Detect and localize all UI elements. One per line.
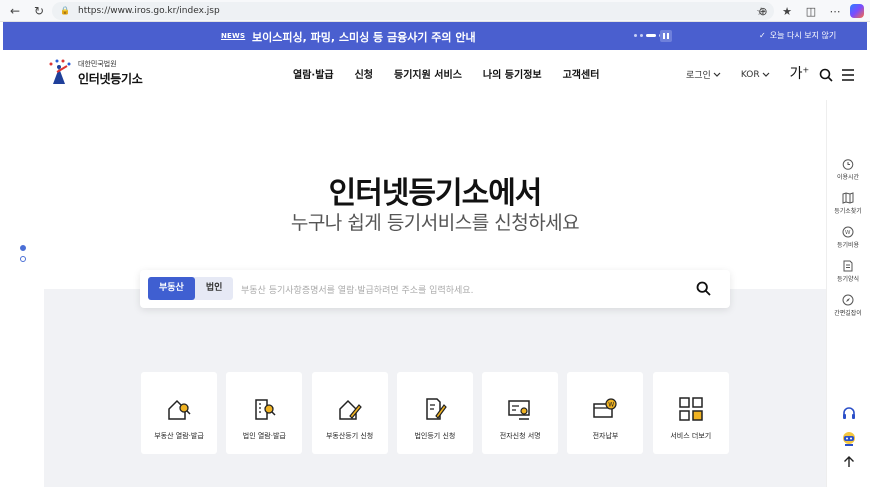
more-icon[interactable]: ⋯: [826, 2, 844, 20]
news-close-today[interactable]: ✓ 오늘 다시 보지 않기: [759, 30, 836, 41]
address-bar[interactable]: 🔒 https://www.iros.go.kr/index.jsp ☆: [52, 2, 774, 20]
won-icon: W: [842, 226, 854, 238]
search-submit-icon[interactable]: [696, 281, 711, 296]
side-item-fees[interactable]: W 등기비용: [826, 226, 870, 260]
news-banner: NEWS 보이스피싱, 파밍, 스미싱 등 금융사기 주의 안내 ✓ 오늘 다시…: [3, 22, 867, 50]
chatbot-icon: [843, 432, 855, 446]
nav-item-customer-center[interactable]: 고객센터: [563, 66, 600, 81]
nav-item-apply[interactable]: 신청: [355, 66, 373, 81]
news-message[interactable]: 보이스피싱, 파밍, 스미싱 등 금융사기 주의 안내: [252, 29, 476, 45]
chevron-down-icon: [762, 72, 770, 77]
logo-big-text: 인터넷등기소: [78, 72, 143, 86]
url-text: https://www.iros.go.kr/index.jsp: [78, 6, 220, 16]
address-search-box: 부동산 법인 부동산 등기사항증명서를 열람·발급하려면 주소를 입력하세요.: [140, 270, 730, 308]
extension-icon[interactable]: ⊕: [754, 2, 772, 20]
hero-subtitle: 누구나 쉽게 등기서비스를 신청하세요: [290, 212, 580, 234]
side-item-forms[interactable]: 등기양식: [826, 260, 870, 294]
nav-item-view-issue[interactable]: 열람·발급: [293, 66, 334, 81]
collections-icon[interactable]: ◫: [802, 2, 820, 20]
arrow-up-icon: [844, 456, 854, 467]
news-pagination[interactable]: [634, 34, 662, 37]
card-e-payment[interactable]: W 전자납부: [567, 372, 644, 454]
site-logo[interactable]: 대한민국법원 인터넷등기소: [45, 58, 143, 88]
scroll-top-button[interactable]: [838, 456, 860, 468]
svg-text:W: W: [845, 230, 851, 236]
card-real-estate-view[interactable]: 부동산 열람·발급: [141, 372, 217, 454]
house-edit-icon: [338, 399, 362, 420]
form-icon: [843, 260, 853, 272]
main-nav: 열람·발급 신청 등기지원 서비스 나의 등기정보 고객센터: [293, 66, 620, 81]
counsel-headset[interactable]: [838, 406, 860, 422]
card-corporation-apply[interactable]: 법인등기 신청: [396, 372, 473, 454]
search-tabs: 부동산 법인: [148, 277, 234, 300]
news-pause-button[interactable]: [660, 30, 672, 42]
card-real-estate-apply[interactable]: 부동산등기 신청: [311, 372, 388, 454]
logo-small-text: 대한민국법원: [78, 60, 117, 68]
side-quick-menu: 이용시간 등기소찾기 W 등기비용 등기양식 간편길잡이: [826, 158, 870, 328]
side-item-hours[interactable]: 이용시간: [826, 158, 870, 192]
hero-title: 인터넷등기소에서: [328, 176, 543, 211]
copilot-icon[interactable]: [850, 4, 864, 18]
grid-icon: [679, 397, 703, 421]
map-icon: [842, 192, 854, 204]
news-tag: NEWS: [221, 32, 246, 40]
hero-pagination[interactable]: [20, 245, 26, 267]
nav-item-my-info[interactable]: 나의 등기정보: [483, 66, 542, 81]
check-icon: ✓: [759, 31, 766, 40]
tab-corporation[interactable]: 법인: [195, 277, 234, 300]
side-item-guide[interactable]: 간편길잡이: [826, 294, 870, 328]
clock-icon: [842, 159, 854, 170]
browser-toolbar: ← ↻ 🔒 https://www.iros.go.kr/index.jsp ☆…: [0, 0, 870, 22]
tab-real-estate[interactable]: 부동산: [148, 277, 195, 300]
card-e-signature[interactable]: 전자신청 서명: [482, 372, 559, 454]
refresh-icon[interactable]: ↻: [30, 2, 48, 20]
search-icon[interactable]: [819, 68, 833, 82]
building-search-icon: [255, 399, 276, 420]
lock-icon: 🔒: [60, 6, 70, 15]
court-emblem-icon: [49, 59, 71, 84]
utility-menu: 로그인 KOR 가+: [686, 63, 863, 83]
house-search-icon: [168, 399, 191, 420]
language-select[interactable]: KOR: [741, 70, 778, 80]
quick-menu-cards: 부동산 열람·발급 법인 열람·발급 부동산등기 신청 법인등기 신청 전자신청…: [141, 372, 738, 454]
compass-icon: [842, 294, 854, 306]
chatbot-button[interactable]: [838, 430, 860, 448]
side-item-find-office[interactable]: 등기소찾기: [826, 192, 870, 226]
menu-icon[interactable]: [841, 68, 855, 81]
card-corporation-view[interactable]: 법인 열람·발급: [226, 372, 303, 454]
e-sign-icon: [508, 400, 530, 420]
favorites-icon[interactable]: ★: [778, 2, 796, 20]
chevron-down-icon: [713, 72, 721, 77]
search-input[interactable]: 부동산 등기사항증명서를 열람·발급하려면 주소를 입력하세요.: [241, 283, 473, 296]
font-size-button[interactable]: 가+: [790, 63, 810, 83]
side-bottom-tools: [838, 406, 860, 476]
back-icon[interactable]: ←: [6, 2, 24, 20]
document-edit-icon: [426, 398, 447, 420]
nav-item-support[interactable]: 등기지원 서비스: [394, 66, 462, 81]
site-header: 대한민국법원 인터넷등기소 열람·발급 신청 등기지원 서비스 나의 등기정보 …: [3, 50, 867, 100]
e-payment-icon: W: [593, 398, 618, 418]
card-more-services[interactable]: 서비스 더보기: [652, 372, 729, 454]
login-button[interactable]: 로그인: [686, 68, 729, 81]
svg-text:W: W: [609, 401, 615, 408]
headset-icon: [843, 407, 855, 419]
